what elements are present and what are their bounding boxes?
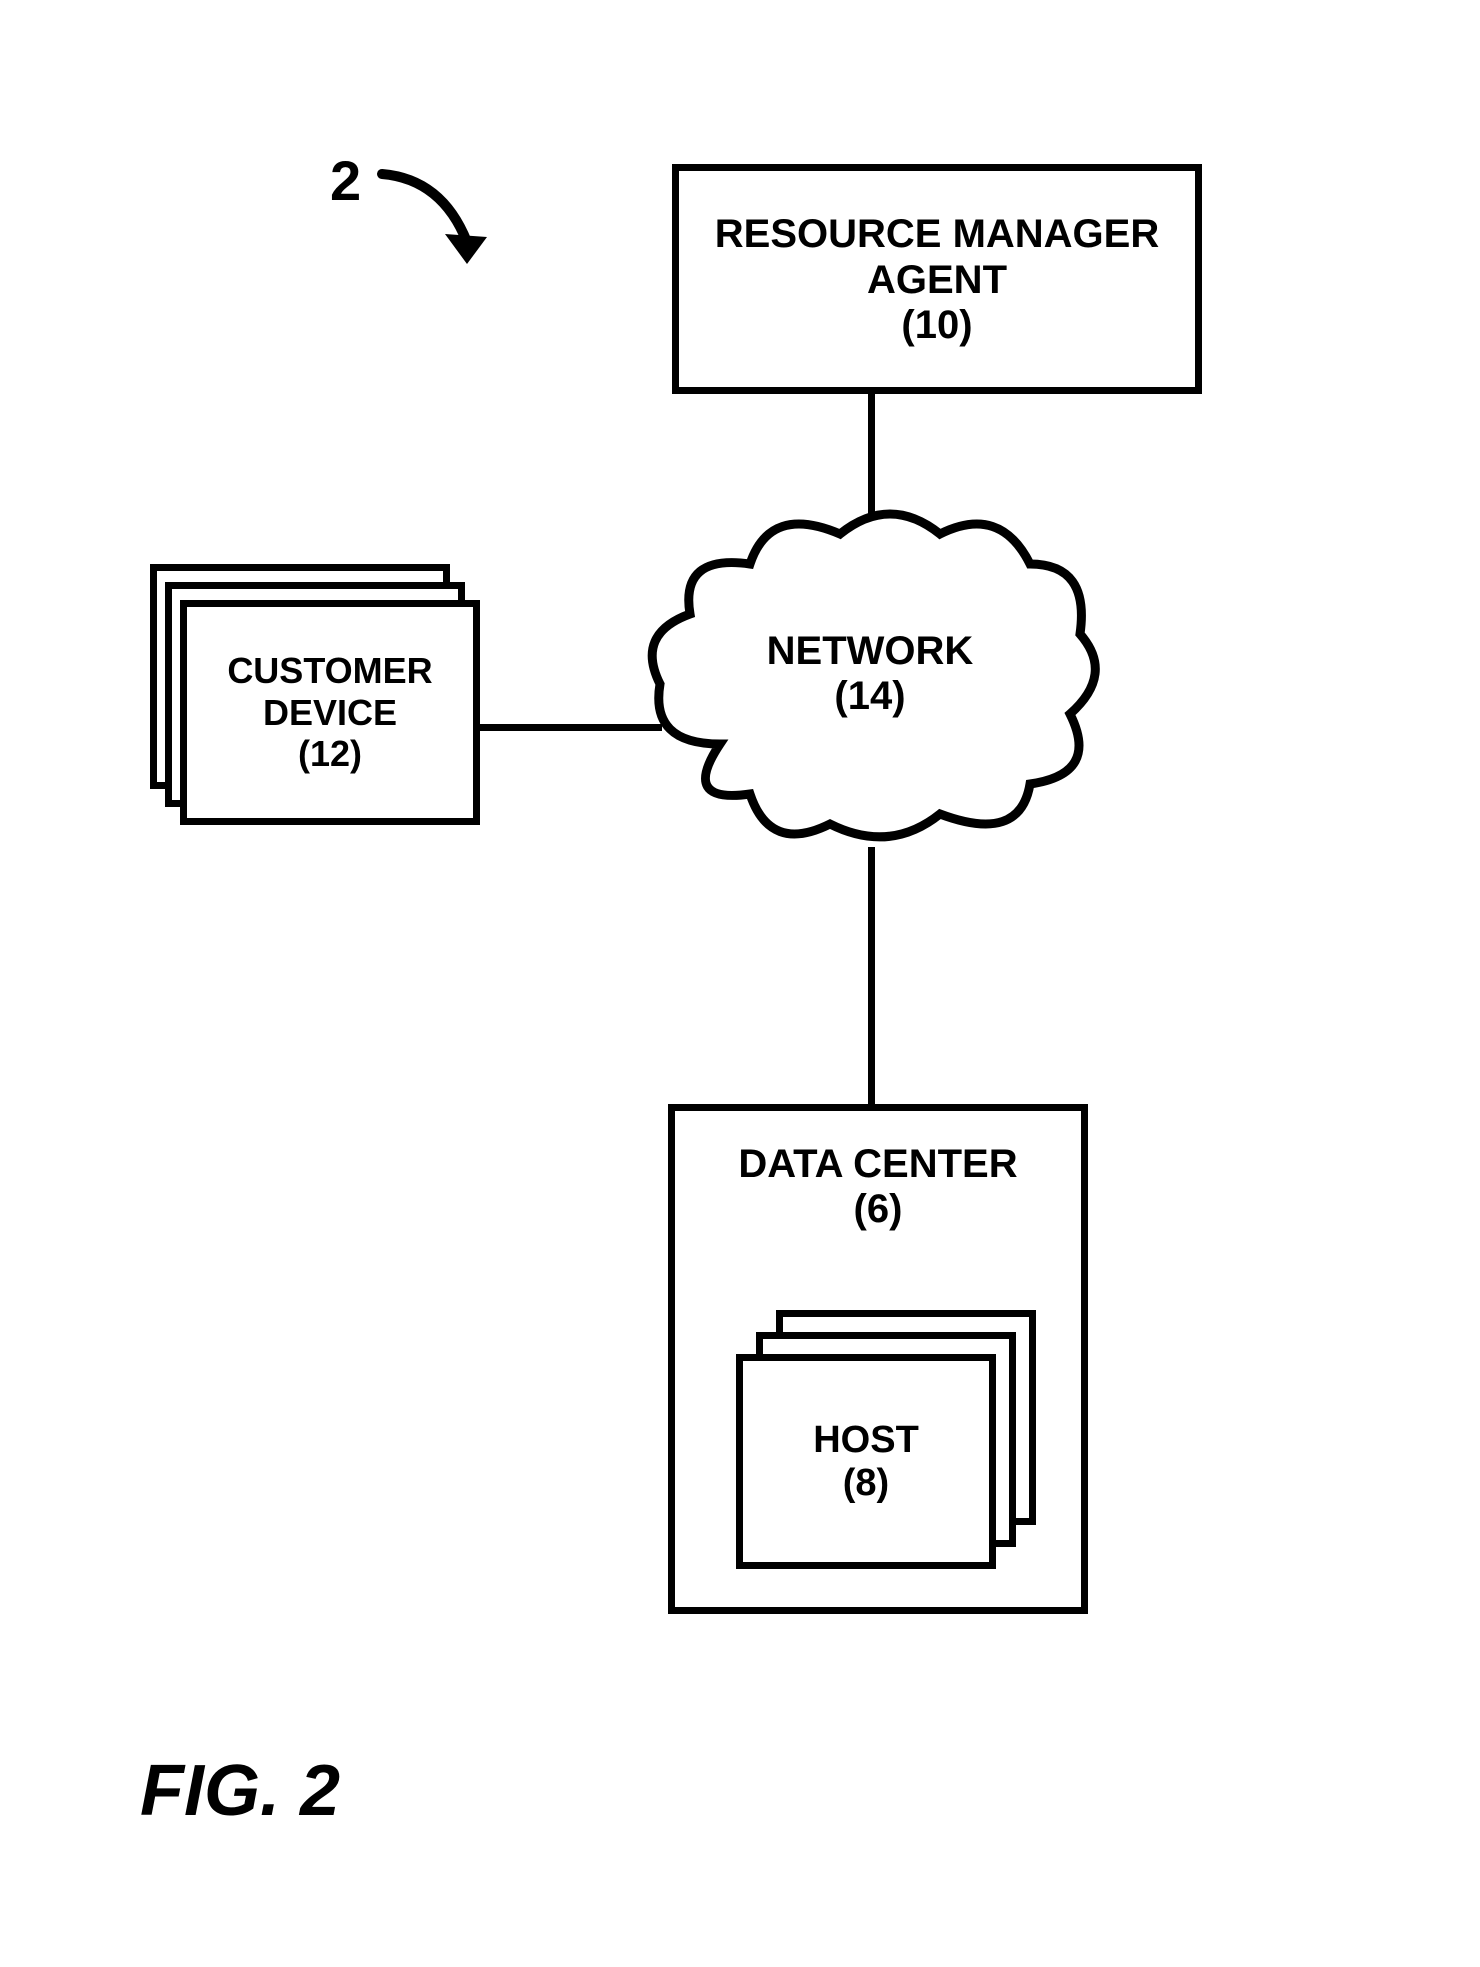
host-box: HOST (8) bbox=[736, 1354, 996, 1569]
host-stack: HOST (8) bbox=[716, 1310, 1046, 1570]
network-title: NETWORK bbox=[767, 629, 974, 674]
reference-arrow-icon bbox=[372, 164, 502, 284]
connector-customer-network bbox=[480, 724, 662, 731]
resource-manager-agent-box: RESOURCE MANAGER AGENT (10) bbox=[672, 164, 1202, 394]
cd-number: (12) bbox=[298, 733, 362, 775]
customer-device-stack: CUSTOMER DEVICE (12) bbox=[150, 564, 480, 824]
dc-number: (6) bbox=[854, 1187, 903, 1232]
reference-number: 2 bbox=[330, 148, 361, 213]
host-title: HOST bbox=[813, 1419, 919, 1462]
connector-network-datacenter bbox=[868, 847, 875, 1105]
customer-device-box: CUSTOMER DEVICE (12) bbox=[180, 600, 480, 825]
network-cloud: NETWORK (14) bbox=[640, 494, 1100, 854]
cd-title-line2: DEVICE bbox=[263, 692, 397, 733]
dc-title: DATA CENTER bbox=[738, 1141, 1017, 1187]
rma-title-line2: AGENT bbox=[867, 257, 1007, 303]
cd-title-line1: CUSTOMER bbox=[227, 650, 432, 691]
host-number: (8) bbox=[843, 1462, 889, 1505]
figure-diagram: 2 RESOURCE MANAGER AGENT (10) CUSTOMER D… bbox=[0, 0, 1480, 1967]
rma-number: (10) bbox=[901, 303, 972, 348]
rma-title-line1: RESOURCE MANAGER bbox=[715, 211, 1159, 257]
network-number: (14) bbox=[834, 674, 905, 719]
figure-label: FIG. 2 bbox=[140, 1750, 340, 1832]
